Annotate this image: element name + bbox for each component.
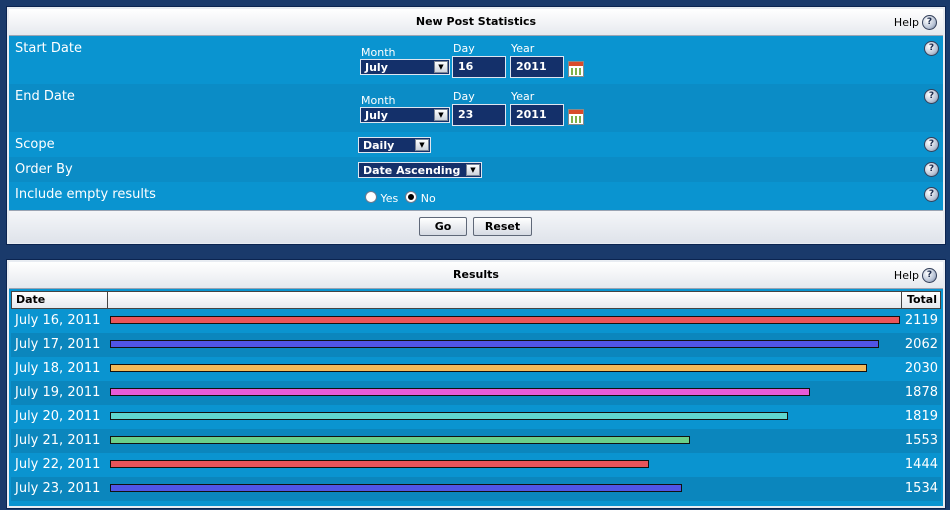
start-year-input[interactable]: 2011 <box>510 56 564 78</box>
row-total: 1819 <box>904 409 938 424</box>
row-date: July 23, 2011 <box>15 481 101 496</box>
day-label: Day <box>453 42 475 55</box>
scope-row: Scope Daily ▼ ? <box>9 132 943 157</box>
row-total: 1553 <box>904 433 938 448</box>
row-total: 1534 <box>904 481 938 496</box>
reset-button[interactable]: Reset <box>473 217 532 236</box>
start-month-select[interactable]: July ▼ <box>360 59 450 75</box>
table-row: July 22, 2011 1444 <box>11 453 941 477</box>
include-empty-label: Include empty results <box>15 187 156 202</box>
order-by-value: Date Ascending <box>363 164 461 177</box>
start-month-value: July <box>365 61 388 74</box>
question-icon[interactable]: ? <box>924 137 939 152</box>
include-empty-radios: Yes No <box>365 191 436 205</box>
total-column-header[interactable]: Total <box>907 292 937 308</box>
month-label: Month <box>361 94 396 107</box>
table-row: July 17, 2011 2062 <box>11 333 941 357</box>
calendar-icon[interactable] <box>568 109 584 125</box>
total-bar <box>110 460 649 468</box>
row-date: July 18, 2011 <box>15 361 101 376</box>
total-bar <box>110 388 810 396</box>
order-by-select[interactable]: Date Ascending ▼ <box>358 162 482 178</box>
end-year-input[interactable]: 2011 <box>510 104 564 126</box>
date-column-header[interactable]: Date <box>16 292 45 308</box>
chevron-down-icon: ▼ <box>466 164 480 176</box>
yes-label: Yes <box>380 192 399 205</box>
row-total: 2062 <box>904 337 938 352</box>
year-label: Year <box>511 90 535 103</box>
start-day-input[interactable]: 16 <box>452 56 506 78</box>
start-date-label: Start Date <box>15 41 82 56</box>
table-row: July 20, 2011 1819 <box>11 405 941 429</box>
month-label: Month <box>361 46 396 59</box>
table-row: July 21, 2011 1553 <box>11 429 941 453</box>
table-row: July 23, 2011 1534 <box>11 477 941 501</box>
panel-header: New Post Statistics Help ? <box>9 9 943 36</box>
chevron-down-icon: ▼ <box>415 139 429 151</box>
question-icon[interactable]: ? <box>924 89 939 104</box>
table-row: July 16, 2011 2119 <box>11 309 941 333</box>
row-date: July 22, 2011 <box>15 457 101 472</box>
table-row: July 18, 2011 2030 <box>11 357 941 381</box>
calendar-icon[interactable] <box>568 61 584 77</box>
question-icon[interactable]: ? <box>924 162 939 177</box>
total-bar <box>110 316 900 324</box>
row-total: 2119 <box>904 313 938 328</box>
chevron-down-icon: ▼ <box>434 61 448 73</box>
go-button[interactable]: Go <box>419 217 467 236</box>
column-divider <box>901 292 902 308</box>
results-panel: Results Help ? Date Total July 16, 2011 2… <box>6 259 946 509</box>
end-day-input[interactable]: 23 <box>452 104 506 126</box>
table-row: July 19, 2011 1878 <box>11 381 941 405</box>
total-bar <box>110 364 867 372</box>
total-bar <box>110 484 682 492</box>
row-total: 1444 <box>904 457 938 472</box>
scope-value: Daily <box>363 139 395 152</box>
question-icon[interactable]: ? <box>924 41 939 56</box>
question-icon: ? <box>922 14 937 30</box>
help-link[interactable]: Help ? <box>894 9 937 35</box>
order-by-row: Order By Date Ascending ▼ ? <box>9 157 943 182</box>
scope-label: Scope <box>15 137 55 152</box>
start-date-row: Start Date Month Day Year July ▼ 16 2011… <box>9 36 943 84</box>
row-total: 1878 <box>904 385 938 400</box>
question-icon: ? <box>922 267 937 283</box>
row-date: July 16, 2011 <box>15 313 101 328</box>
button-bar: Go Reset <box>9 210 943 243</box>
no-label: No <box>420 192 436 205</box>
total-bar <box>110 412 788 420</box>
end-date-row: End Date Month Day Year July ▼ 23 2011 ? <box>9 84 943 132</box>
chevron-down-icon: ▼ <box>434 109 448 121</box>
help-link[interactable]: Help ? <box>894 262 937 288</box>
end-month-select[interactable]: July ▼ <box>360 107 450 123</box>
help-label: Help <box>893 15 919 29</box>
panel-header: Results Help ? <box>9 262 943 289</box>
day-label: Day <box>453 90 475 103</box>
order-by-label: Order By <box>15 162 73 177</box>
new-post-statistics-panel: New Post Statistics Help ? Start Date Mo… <box>6 6 946 245</box>
include-empty-row: Include empty results Yes No ? <box>9 182 943 210</box>
total-bar <box>110 340 879 348</box>
scope-select[interactable]: Daily ▼ <box>358 137 431 153</box>
row-total: 2030 <box>904 361 938 376</box>
row-date: July 17, 2011 <box>15 337 101 352</box>
year-label: Year <box>511 42 535 55</box>
row-date: July 21, 2011 <box>15 433 101 448</box>
row-date: July 19, 2011 <box>15 385 101 400</box>
help-label: Help <box>893 268 919 282</box>
panel-title: New Post Statistics <box>415 15 537 28</box>
yes-radio[interactable] <box>365 191 377 203</box>
panel-title: Results <box>453 268 499 281</box>
column-divider <box>107 292 108 308</box>
results-table-header: Date Total <box>11 291 941 309</box>
question-icon[interactable]: ? <box>924 187 939 202</box>
end-date-label: End Date <box>15 89 75 104</box>
total-bar <box>110 436 690 444</box>
end-month-value: July <box>365 109 388 122</box>
row-date: July 20, 2011 <box>15 409 101 424</box>
no-radio[interactable] <box>405 191 418 203</box>
